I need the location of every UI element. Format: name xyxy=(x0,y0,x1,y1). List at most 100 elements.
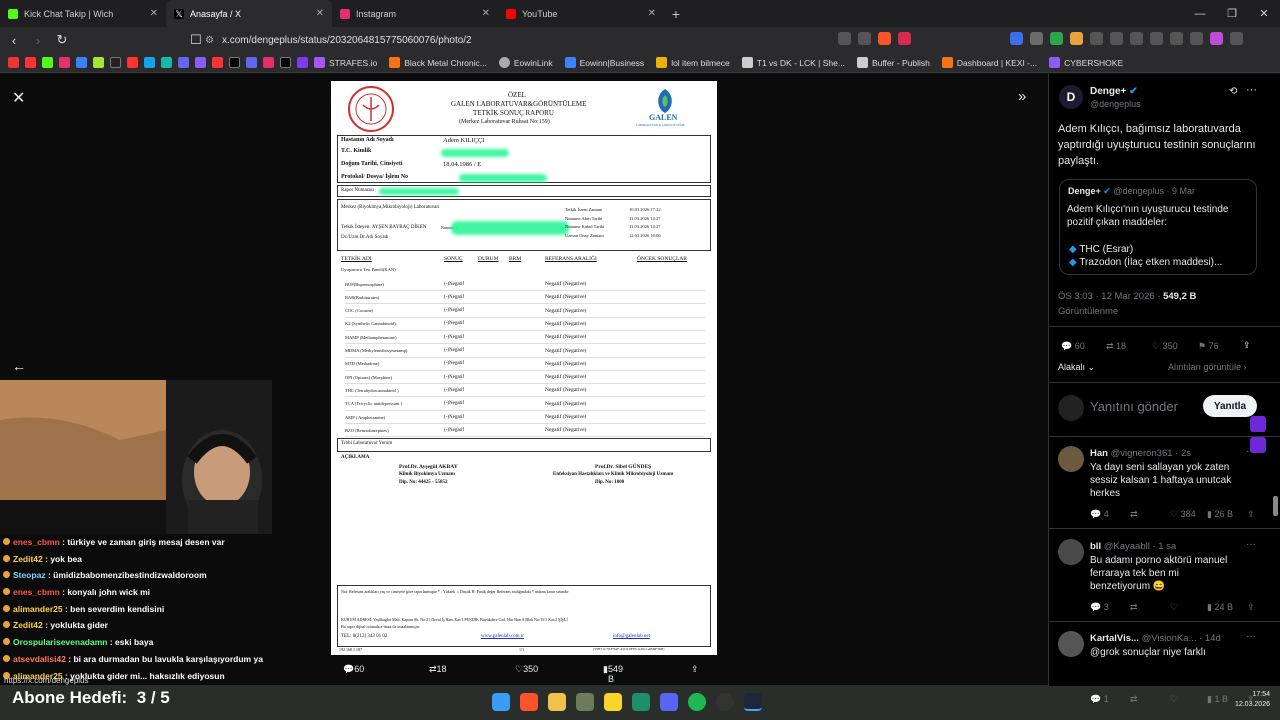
bookmark-icon[interactable] xyxy=(25,57,36,68)
more-icon[interactable]: ··· xyxy=(1246,84,1257,96)
close-icon[interactable]: ✕ xyxy=(12,88,25,108)
tab-x[interactable]: 𝕏 Anasayfa / X ✕ xyxy=(166,0,332,27)
bookmark-icon[interactable] xyxy=(161,57,172,68)
bookmark-kexi[interactable]: Dashboard | KEXI -... xyxy=(941,57,1037,68)
chat-user[interactable]: Steopaz xyxy=(13,570,46,580)
reply-reposts[interactable]: ⇄ xyxy=(1130,694,1138,705)
chat-user[interactable]: enes_cbmn xyxy=(13,537,60,547)
reply-likes[interactable]: ♡ xyxy=(1170,602,1178,613)
bookmark-eowinn[interactable]: Eowinn|Business xyxy=(564,57,644,68)
bookmark-star-icon[interactable]: ☐ xyxy=(186,30,206,50)
ext-icon-3[interactable] xyxy=(1050,32,1063,45)
reply-button[interactable]: Yanıtla xyxy=(1203,395,1257,417)
bookmark-icon[interactable] xyxy=(144,57,155,68)
site-info-icon[interactable]: ⚙ xyxy=(205,35,214,46)
ext-icon-1[interactable] xyxy=(1010,32,1023,45)
more-icon[interactable]: ··· xyxy=(1246,539,1256,550)
reply-author[interactable]: KartalVis... @VisionKa... · 14d xyxy=(1090,633,1221,644)
bookmark-icon[interactable] xyxy=(8,57,19,68)
app-icon[interactable] xyxy=(632,693,650,711)
ext-icon-11[interactable] xyxy=(1210,32,1223,45)
bookmark-t1-dk[interactable]: T1 vs DK - LCK | She... xyxy=(741,57,845,68)
close-tab-icon[interactable]: ✕ xyxy=(150,8,158,19)
like-action[interactable]: ♡ 350 xyxy=(515,664,538,675)
reply-action[interactable]: 💬 60 xyxy=(343,664,364,675)
ext-icon-10[interactable] xyxy=(1190,32,1203,45)
bookmark-icon[interactable] xyxy=(42,57,53,68)
avatar[interactable] xyxy=(1058,631,1084,657)
avatar[interactable] xyxy=(1058,446,1084,472)
reply-views[interactable]: ▮ 26 B xyxy=(1207,509,1233,520)
close-tab-icon[interactable]: ✕ xyxy=(316,8,324,19)
bookmark-cybershoke[interactable]: CYBERSHOKE xyxy=(1049,57,1123,68)
author-name[interactable]: Denge+ ✔ xyxy=(1090,86,1138,97)
chat-user[interactable]: Orospularisevenadamn xyxy=(13,637,107,647)
quotes-link[interactable]: Alıntıları görüntüle › xyxy=(1168,362,1247,372)
folder-icon[interactable] xyxy=(548,693,566,711)
avatar[interactable] xyxy=(1058,539,1084,565)
reply-author[interactable]: bll @Kayaabll · 1 sa xyxy=(1090,541,1176,552)
bookmark-icon[interactable] xyxy=(127,57,138,68)
grok-icon[interactable]: ⟲ xyxy=(1229,86,1237,97)
app-icon[interactable] xyxy=(576,693,594,711)
reload-button[interactable]: ↻ xyxy=(52,30,72,50)
bookmark-icon[interactable] xyxy=(246,57,257,68)
tab-instagram[interactable]: Instagram ✕ xyxy=(332,0,498,27)
reply-reposts[interactable]: ⇄ xyxy=(1130,509,1138,520)
bookmark-icon[interactable] xyxy=(110,57,121,68)
share-icon[interactable]: ⇪ xyxy=(1247,509,1255,520)
bookmark-icon[interactable] xyxy=(93,57,104,68)
bookmark-eowinlink[interactable]: EowinLink xyxy=(498,57,553,68)
bookmark-black-metal[interactable]: Black Metal Chronic... xyxy=(389,57,487,68)
ext-icon-5[interactable] xyxy=(1090,32,1103,45)
windows-start-icon[interactable] xyxy=(492,693,510,711)
chat-user[interactable]: atsevdalisi42 xyxy=(13,654,66,664)
reply-likes[interactable]: ♡ xyxy=(1170,694,1178,705)
bookmark-strafes[interactable]: STRAFES.io xyxy=(314,57,377,68)
ext-float-icon[interactable] xyxy=(1250,416,1266,432)
back-button[interactable]: ‹ xyxy=(4,30,24,50)
bookmark-icon[interactable] xyxy=(195,57,206,68)
bookmark-icon[interactable] xyxy=(263,57,274,68)
repost-stat[interactable]: ⇄ 18 xyxy=(1106,341,1126,352)
like-stat[interactable]: ♡ 350 xyxy=(1152,341,1178,352)
bookmark-icon[interactable] xyxy=(297,57,308,68)
menu-icon[interactable] xyxy=(1230,32,1243,45)
bookmark-icon[interactable] xyxy=(76,57,87,68)
minimize-button[interactable]: — xyxy=(1184,0,1216,27)
bookmark-icon[interactable] xyxy=(280,57,291,68)
reply-likes[interactable]: ♡ 384 xyxy=(1170,509,1196,520)
notes-icon[interactable] xyxy=(604,693,622,711)
author-handle[interactable]: @dengeplus xyxy=(1090,99,1141,109)
close-tab-icon[interactable]: ✕ xyxy=(648,8,656,19)
chat-user[interactable]: alimander25 xyxy=(13,604,63,614)
obs-icon[interactable] xyxy=(716,693,734,711)
chat-user[interactable]: Zedit42 xyxy=(13,620,43,630)
bookmark-buffer[interactable]: Buffer - Publish xyxy=(856,57,930,68)
tab-youtube[interactable]: YouTube ✕ xyxy=(498,0,664,27)
share-icon[interactable] xyxy=(858,32,871,45)
ext-icon-2[interactable] xyxy=(1030,32,1043,45)
reply-views[interactable]: ▮ 1 B xyxy=(1207,694,1228,705)
ext-icon-9[interactable] xyxy=(1170,32,1183,45)
share-icon[interactable]: ⇪ xyxy=(691,664,699,675)
reply-reposts[interactable]: ⇄ xyxy=(1130,602,1138,613)
scrollbar[interactable] xyxy=(1273,496,1278,516)
bookmark-stat[interactable]: ⚑ 76 xyxy=(1198,341,1219,352)
share-icon[interactable]: ⇪ xyxy=(1247,602,1255,613)
bookmark-icon[interactable] xyxy=(59,57,70,68)
ext-icon-6[interactable] xyxy=(1110,32,1123,45)
rewards-icon[interactable] xyxy=(898,32,911,45)
new-tab-button[interactable]: + xyxy=(664,0,688,27)
share-icon[interactable]: ⇪ xyxy=(1243,340,1251,351)
tab-kick[interactable]: Kick Chat Takip | Wich ✕ xyxy=(0,0,166,27)
collapse-panel-icon[interactable]: » xyxy=(1018,88,1026,105)
reply-replies[interactable]: 💬 3 xyxy=(1090,602,1109,613)
chat-user[interactable]: Zedit42 xyxy=(13,554,43,564)
sort-dropdown[interactable]: Alakalı ⌄ xyxy=(1058,362,1095,373)
ext-icon-8[interactable] xyxy=(1150,32,1163,45)
chat-user[interactable]: enes_cbmn xyxy=(13,587,60,597)
reply-stat[interactable]: 💬 60 xyxy=(1061,341,1085,352)
bookmark-lol-item[interactable]: lol item bilmece xyxy=(656,57,730,68)
reply-views[interactable]: ▮ 24 B xyxy=(1207,602,1233,613)
